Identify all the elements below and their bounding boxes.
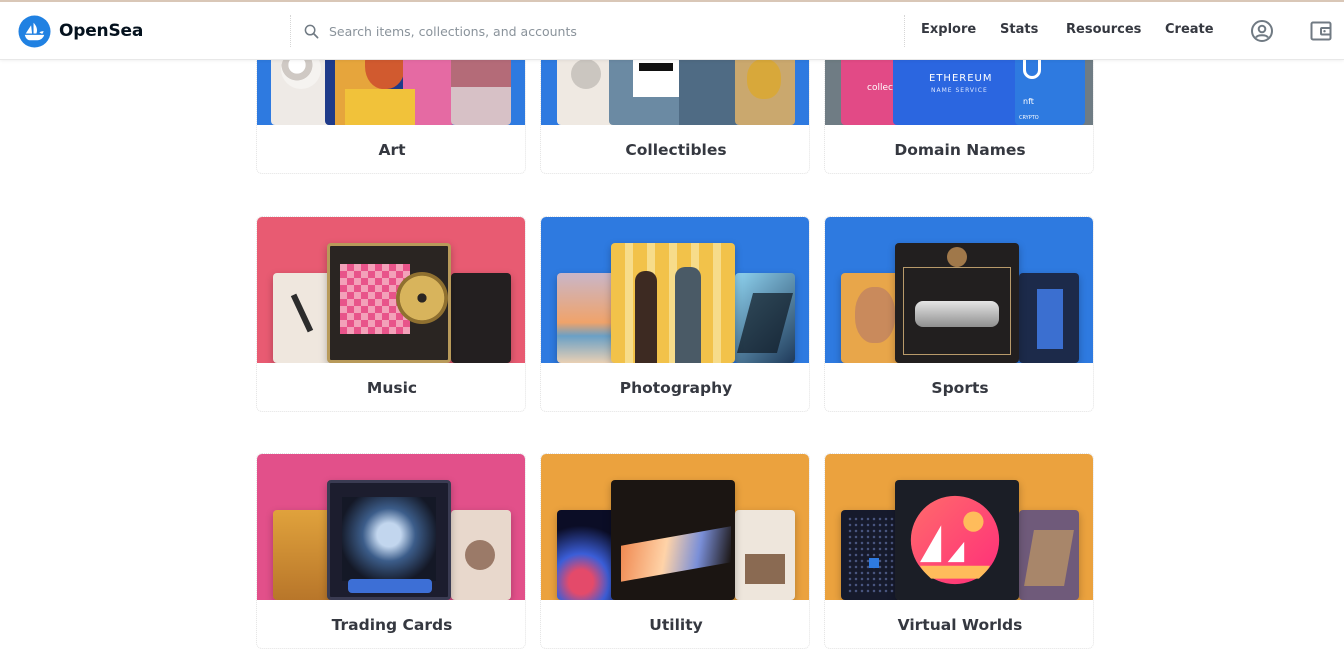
domain-art-text: nft — [1023, 97, 1034, 106]
opensea-logo-link[interactable]: OpenSea — [18, 14, 143, 48]
domain-art-text: NAME SERVICE — [931, 87, 988, 94]
search-input[interactable] — [329, 17, 889, 45]
category-card-sports[interactable]: Sports — [824, 216, 1094, 412]
account-circle-icon — [1251, 20, 1273, 42]
category-label: Collectibles — [625, 141, 727, 159]
category-virtual-worlds-image — [825, 454, 1093, 600]
category-label: Virtual Worlds — [897, 616, 1023, 634]
domain-art-text: CRYPTO — [1019, 115, 1039, 121]
top-navigation-bar: OpenSea Explore Stats Resources Create — [0, 0, 1344, 60]
decentraland-icon — [910, 495, 1000, 585]
category-label: Photography — [619, 379, 733, 397]
wallet-button[interactable] — [1309, 19, 1333, 43]
account-button[interactable] — [1250, 19, 1274, 43]
category-card-trading-cards[interactable]: Trading Cards — [256, 453, 526, 649]
category-trading-cards-image — [257, 454, 525, 600]
category-card-photography[interactable]: Photography — [540, 216, 810, 412]
category-photography-image — [541, 217, 809, 363]
wallet-icon — [1310, 21, 1332, 41]
category-utility-image — [541, 454, 809, 600]
category-sports-image — [825, 217, 1093, 363]
brand-name: OpenSea — [59, 21, 144, 41]
nav-resources-link[interactable]: Resources — [1066, 22, 1141, 37]
category-label: Art — [378, 141, 406, 159]
search-bar[interactable] — [290, 15, 905, 47]
nav-stats-link[interactable]: Stats — [1000, 22, 1038, 37]
category-card-music[interactable]: Music — [256, 216, 526, 412]
category-label: Trading Cards — [331, 616, 453, 634]
domain-art-text: ETHEREUM — [929, 73, 993, 84]
nav-create-link[interactable]: Create — [1165, 22, 1214, 37]
opensea-boat-logo-icon — [18, 14, 51, 48]
category-music-image — [257, 217, 525, 363]
search-icon — [304, 24, 319, 38]
category-label: Utility — [649, 616, 703, 634]
category-label: Sports — [931, 379, 989, 397]
category-card-utility[interactable]: Utility — [540, 453, 810, 649]
category-label: Domain Names — [894, 141, 1026, 159]
category-label: Music — [366, 379, 418, 397]
nav-explore-link[interactable]: Explore — [921, 22, 976, 37]
category-card-virtual-worlds[interactable]: Virtual Worlds — [824, 453, 1094, 649]
